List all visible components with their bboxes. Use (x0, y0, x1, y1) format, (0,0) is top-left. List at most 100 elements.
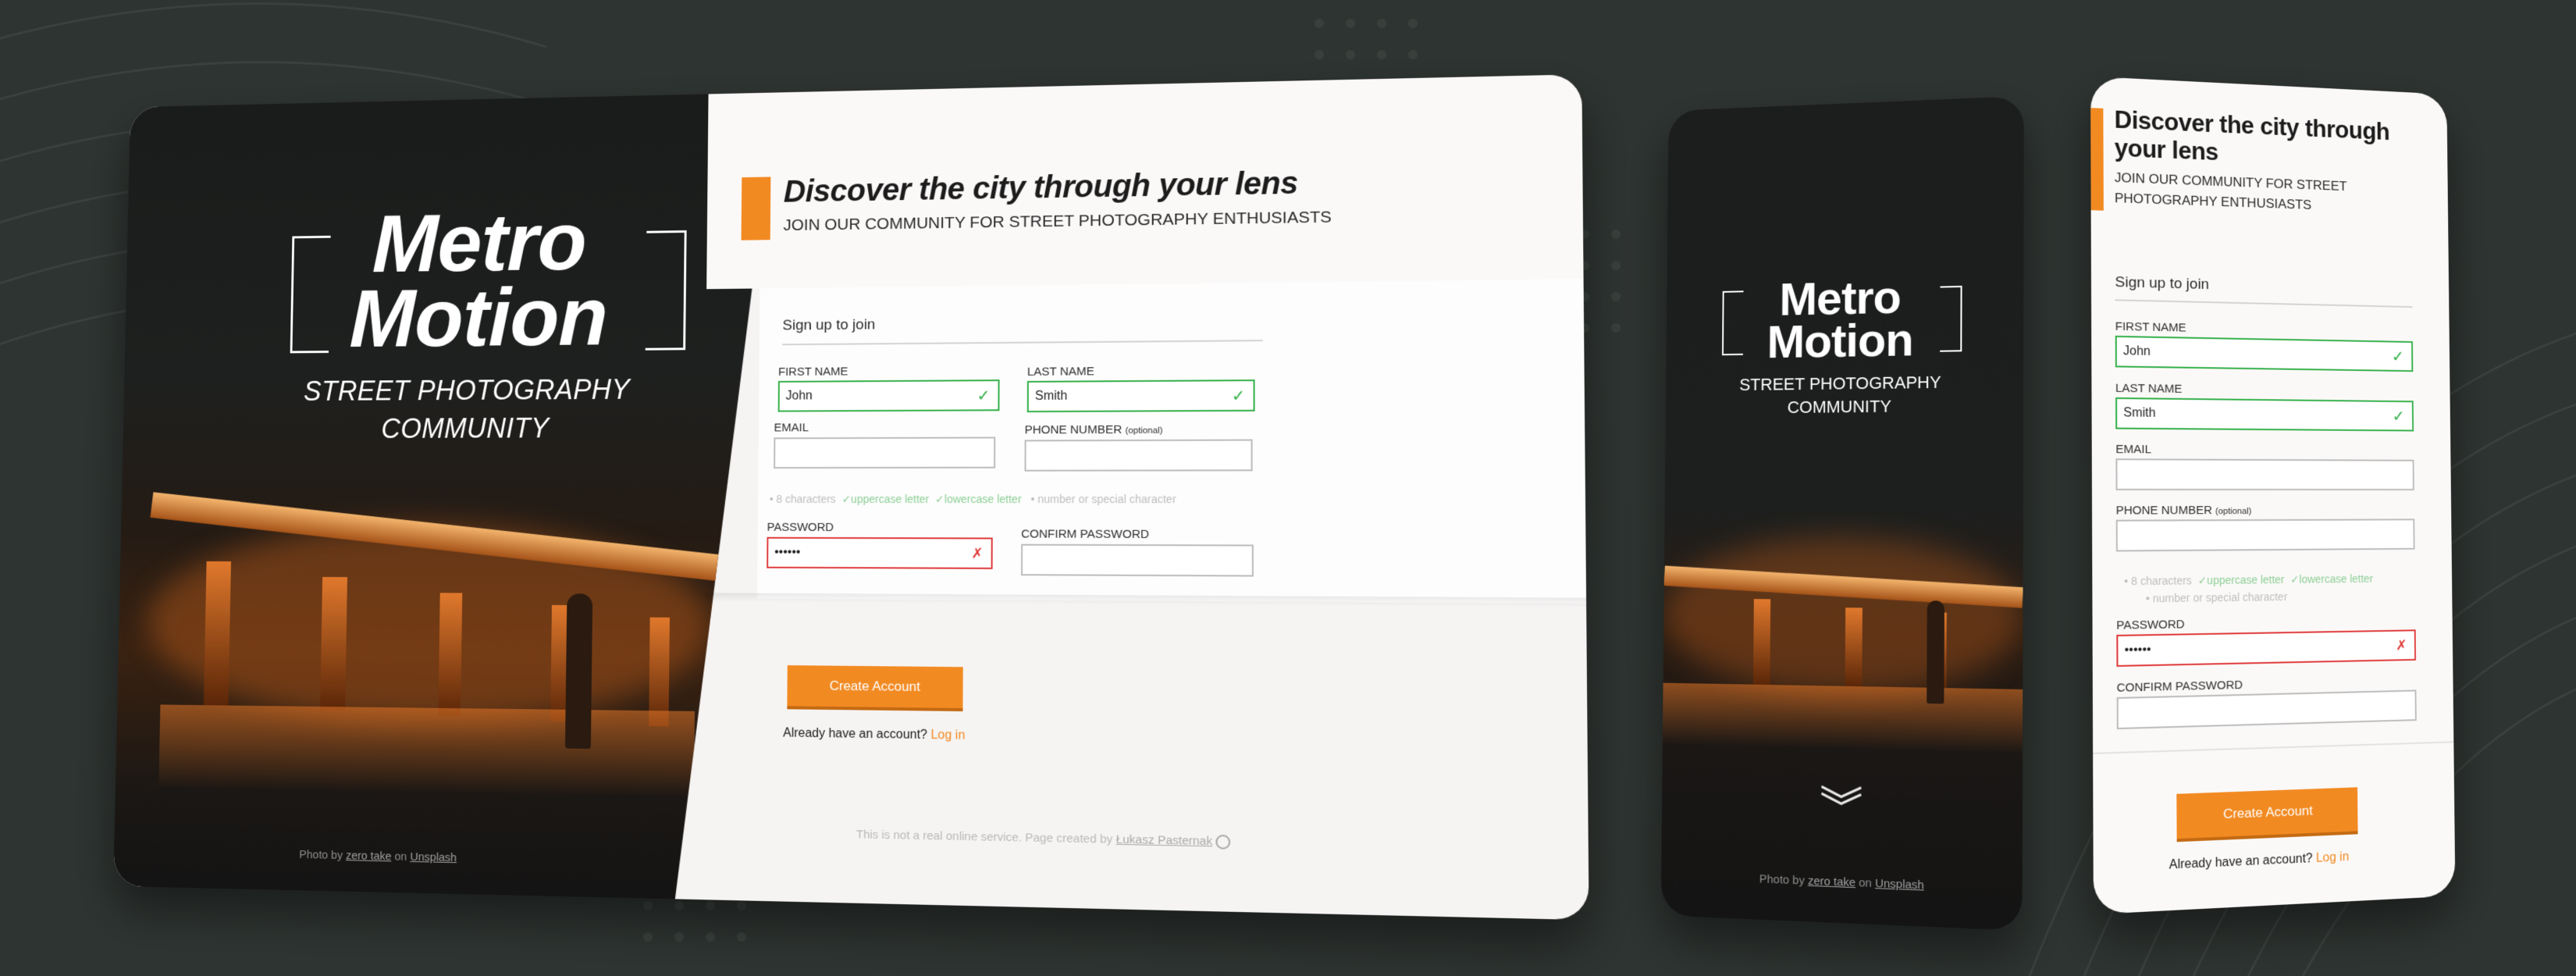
password-rule: ✓lowercase letter (934, 492, 1022, 506)
confirm-password-label: CONFIRM PASSWORD (1021, 527, 1150, 542)
login-prompt-text: Already have an account? (2169, 852, 2313, 872)
first-name-value: John (2122, 344, 2151, 358)
create-account-button[interactable]: Create Account (2176, 787, 2358, 839)
phone-input[interactable] (2115, 518, 2415, 552)
page-header: Discover the city through your lens JOIN… (706, 74, 1584, 290)
email-input[interactable] (774, 436, 996, 469)
confirm-password-input[interactable] (2116, 689, 2417, 730)
github-icon[interactable] (1215, 834, 1231, 850)
chevron-double-down-icon[interactable]: ︾ (1820, 772, 1863, 838)
pedestrian-silhouette (565, 593, 592, 749)
section-divider (2115, 299, 2413, 308)
credit-middle: on (1859, 876, 1872, 891)
brand-line2: Motion (348, 269, 608, 365)
password-label: PASSWORD (767, 520, 834, 535)
phone-input[interactable] (1024, 439, 1253, 472)
login-prompt: Already have an account? Log in (2169, 850, 2350, 873)
phone-label-text: PHONE NUMBER (2115, 504, 2212, 518)
brand-subtitle-line1: STREET PHOTOGRAPHY (1739, 372, 1941, 395)
first-name-input[interactable]: John ✓ (777, 379, 1000, 412)
footer-author-link[interactable]: Łukasz Pasternak (1116, 832, 1213, 848)
password-requirements: • 8 characters ✓uppercase letter ✓lowerc… (770, 493, 1176, 506)
valid-check-icon: ✓ (2392, 408, 2405, 426)
brand-logo: Metro Motion (304, 201, 654, 356)
login-link[interactable]: Log in (2316, 850, 2350, 865)
confirm-password-input[interactable] (1020, 543, 1254, 577)
page-title: Discover the city through your lens (2114, 105, 2390, 166)
invalid-x-icon: ✗ (2395, 636, 2407, 653)
password-label: PASSWORD (2116, 618, 2185, 632)
photo-credit: Photo by zero take on Unsplash (299, 848, 457, 864)
page-footer: This is not a real online service. Page … (856, 828, 1231, 850)
brand-subtitle-line2: COMMUNITY (1787, 396, 1891, 417)
login-link[interactable]: Log in (930, 728, 965, 743)
email-label: EMAIL (774, 421, 809, 435)
brand-subtitle: STREET PHOTOGRAPHY COMMUNITY (245, 370, 691, 448)
credit-prefix: Photo by (1759, 872, 1805, 888)
first-name-input[interactable]: John ✓ (2115, 335, 2414, 372)
last-name-input[interactable]: Smith ✓ (2115, 397, 2414, 432)
signup-form: Sign up to join FIRST NAME John ✓ LAST N… (756, 279, 1587, 604)
phone-label-note: (optional) (2215, 507, 2252, 517)
accent-bar (2090, 108, 2104, 211)
page-subtitle: JOIN OUR COMMUNITY FOR STREET PHOTOGRAPH… (2114, 169, 2347, 212)
last-name-value: Smith (1034, 389, 1068, 404)
brand-line2: Motion (1767, 313, 1913, 369)
password-rule: ✓uppercase letter (2197, 572, 2285, 587)
form-section-title: Sign up to join (782, 316, 876, 334)
login-prompt: Already have an account? Log in (783, 726, 965, 743)
phone-label-text: PHONE NUMBER (1024, 422, 1123, 437)
credit-author-link[interactable]: zero take (1808, 874, 1856, 890)
valid-check-icon: ✓ (1231, 386, 1246, 405)
password-requirements: • 8 characters ✓uppercase letter ✓lowerc… (2124, 569, 2430, 607)
last-name-value: Smith (2123, 406, 2156, 420)
create-account-button[interactable]: Create Account (787, 665, 963, 708)
last-name-label: LAST NAME (2115, 381, 2183, 396)
form-section-title: Sign up to join (2115, 273, 2210, 294)
credit-prefix: Photo by (299, 848, 343, 863)
credit-author-link[interactable]: zero take (346, 849, 392, 863)
password-rule: • number or special character (2145, 590, 2288, 605)
mobile-signup-screen: Discover the city through your lens JOIN… (2090, 76, 2456, 915)
brand-subtitle-line1: STREET PHOTOGRAPHY (303, 373, 631, 407)
brand-subtitle-line2: COMMUNITY (381, 411, 550, 444)
email-input[interactable] (2115, 458, 2414, 491)
password-value: •••••• (2124, 643, 2151, 657)
phone-label: PHONE NUMBER (optional) (1025, 423, 1163, 437)
invalid-x-icon: ✗ (971, 545, 984, 561)
confirm-password-label: CONFIRM PASSWORD (2116, 678, 2243, 695)
password-rule: • 8 characters (2124, 574, 2192, 588)
password-rule: ✓lowercase letter (2290, 572, 2374, 586)
credit-source-link[interactable]: Unsplash (410, 850, 457, 864)
password-rule: • number or special character (1030, 492, 1176, 506)
signup-panel: Discover the city through your lens JOIN… (700, 74, 1589, 920)
login-prompt-text: Already have an account? (783, 726, 927, 743)
hero-photo: Metro Motion STREET PHOTOGRAPHY COMMUNIT… (113, 92, 777, 901)
page-title: Discover the city through your lens (783, 166, 1298, 209)
password-input[interactable]: •••••• ✗ (2116, 629, 2417, 667)
mobile-hero-screen: Metro Motion STREET PHOTOGRAPHY COMMUNIT… (1660, 95, 2025, 931)
footer-text: This is not a real online service. Page … (856, 828, 1113, 846)
first-name-value: John (785, 389, 813, 403)
credit-source-link[interactable]: Unsplash (1875, 877, 1924, 892)
desktop-signup-page: Metro Motion STREET PHOTOGRAPHY COMMUNIT… (113, 74, 1589, 921)
photo-credit: Photo by zero take on Unsplash (1759, 872, 1924, 892)
email-label: EMAIL (2115, 442, 2151, 457)
password-input[interactable]: •••••• ✗ (767, 536, 993, 569)
valid-check-icon: ✓ (2391, 347, 2404, 365)
phone-label: PHONE NUMBER (optional) (2116, 504, 2252, 518)
password-value: •••••• (774, 545, 801, 559)
pedestrian-silhouette (1927, 600, 1944, 704)
section-divider (782, 340, 1263, 346)
last-name-input[interactable]: Smith ✓ (1026, 379, 1255, 413)
password-rule: ✓uppercase letter (841, 492, 930, 506)
first-name-label: FIRST NAME (2115, 319, 2186, 335)
password-rule: • 8 characters (769, 493, 836, 505)
first-name-label: FIRST NAME (777, 365, 849, 379)
accent-bar (741, 176, 771, 240)
credit-middle: on (394, 850, 407, 864)
phone-label-note: (optional) (1125, 426, 1163, 436)
brand-logo: Metro Motion (1726, 271, 1956, 369)
page-subtitle: JOIN OUR COMMUNITY FOR STREET PHOTOGRAPH… (783, 208, 1332, 235)
brand-subtitle: STREET PHOTOGRAPHY COMMUNITY (1725, 371, 1955, 420)
